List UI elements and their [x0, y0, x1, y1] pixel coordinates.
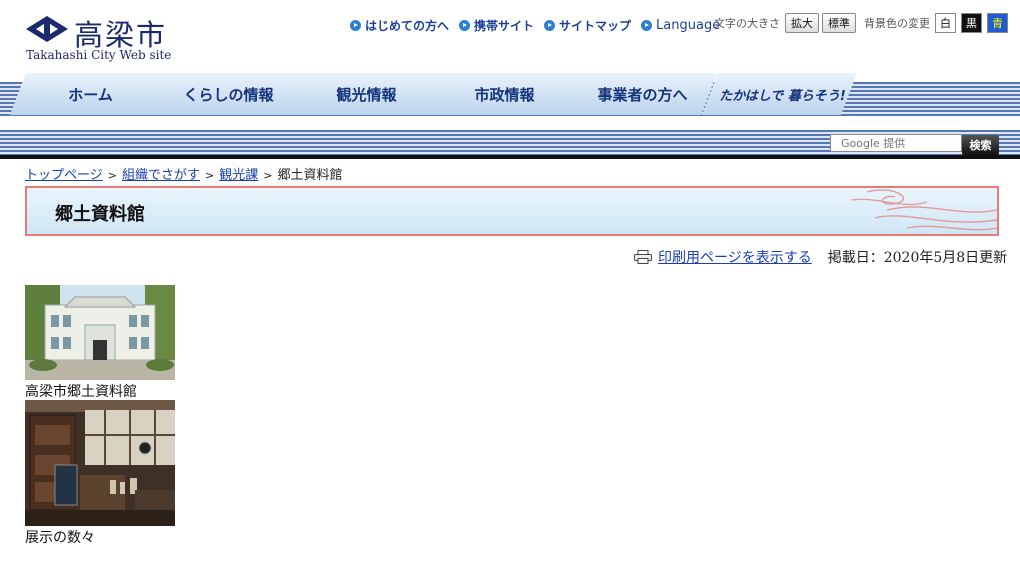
photo-caption: 展示の数々: [25, 530, 95, 546]
museum-building-photo: [25, 285, 175, 380]
print-page-link[interactable]: 印刷用ページを表示する: [658, 247, 812, 267]
header-links: はじめての方へ 携帯サイト サイトマップ Language: [350, 15, 730, 35]
nav-city-admin[interactable]: 市政情報: [424, 73, 579, 115]
breadcrumb-top-page[interactable]: トップページ: [25, 168, 103, 183]
nav-business[interactable]: 事業者の方へ: [562, 73, 717, 115]
breadcrumb: トップページ > 組織でさがす > 観光課 > 郷土資料館: [25, 164, 342, 183]
page-title: 郷土資料館: [55, 204, 145, 225]
text-size-standard-button[interactable]: 標準: [822, 13, 856, 33]
page-title-box: 郷土資料館: [25, 186, 999, 236]
link-mobile-site[interactable]: 携帯サイト: [459, 17, 534, 34]
breadcrumb-current: 郷土資料館: [277, 168, 343, 183]
link-sitemap[interactable]: サイトマップ: [544, 17, 631, 34]
updated-date: 掲載日：2020年5月8日更新: [827, 250, 1008, 266]
breadcrumb-tourism-section[interactable]: 観光課: [219, 168, 258, 183]
arrow-bullet-icon: [544, 19, 556, 31]
bg-blue-button[interactable]: 青: [987, 13, 1008, 33]
site-logo[interactable]: 高梁市 Takahashi City Web site: [24, 12, 184, 66]
bg-white-button[interactable]: 白: [935, 13, 956, 33]
arrow-bullet-icon: [641, 19, 653, 31]
breadcrumb-separator: >: [263, 169, 273, 182]
logo-subtitle: Takahashi City Web site: [26, 48, 172, 62]
exhibits-photo: [25, 400, 175, 526]
nav-home[interactable]: ホーム: [10, 73, 165, 115]
city-emblem-icon: [26, 16, 68, 42]
photo-caption: 高梁市郷土資料館: [25, 384, 137, 400]
breadcrumb-separator: >: [107, 169, 117, 182]
accessibility-controls: 文字の大きさ 拡大 標準 背景色の変更 白 黒 青: [714, 13, 1013, 33]
divider: [0, 155, 1020, 159]
link-first-visit[interactable]: はじめての方へ: [350, 17, 449, 34]
search-input[interactable]: [830, 134, 962, 152]
print-row: 印刷用ページを表示する 掲載日：2020年5月8日更新: [634, 247, 1007, 267]
bg-black-button[interactable]: 黒: [961, 13, 982, 33]
arrow-bullet-icon: [459, 19, 471, 31]
text-size-enlarge-button[interactable]: 拡大: [785, 13, 819, 33]
breadcrumb-by-organization[interactable]: 組織でさがす: [122, 168, 200, 183]
search-button[interactable]: 検索: [962, 135, 999, 155]
bg-color-label: 背景色の変更: [864, 17, 930, 30]
breadcrumb-separator: >: [204, 169, 215, 182]
wave-ornament-icon: [851, 189, 997, 231]
nav-live-in-takahashi[interactable]: たかはしで 暮らそう!: [702, 73, 857, 115]
printer-icon: [634, 250, 652, 264]
arrow-bullet-icon: [350, 19, 361, 31]
text-size-label: 文字の大きさ: [714, 17, 780, 30]
nav-tourism-info[interactable]: 観光情報: [286, 73, 441, 115]
nav-living-info[interactable]: くらしの情報: [148, 73, 303, 115]
link-language[interactable]: Language: [641, 18, 720, 33]
